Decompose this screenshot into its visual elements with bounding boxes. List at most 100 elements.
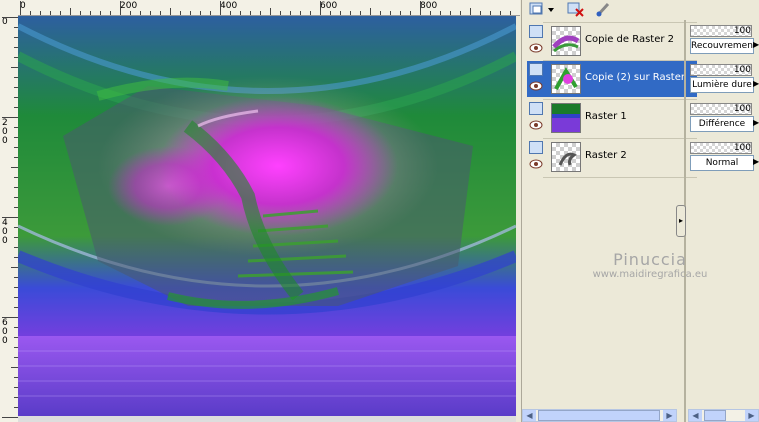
dropdown-arrow-icon[interactable] bbox=[546, 1, 556, 17]
opacity-slider[interactable]: 100 bbox=[690, 103, 752, 115]
blend-arrow-icon[interactable]: ▶ bbox=[753, 157, 759, 167]
blend-mode-select[interactable]: Normal bbox=[690, 155, 754, 171]
ruler-label: 400 bbox=[220, 1, 238, 11]
ruler-tick bbox=[320, 1, 321, 15]
ruler-tick bbox=[11, 67, 18, 68]
ruler-tick bbox=[2, 117, 18, 118]
scrollbar-thumb[interactable] bbox=[538, 410, 660, 421]
ruler-tick bbox=[170, 8, 171, 15]
watermark: Pinuccia www.maidiregrafica.eu bbox=[560, 250, 740, 280]
ruler-tick bbox=[480, 11, 481, 15]
layer-row-raster-1[interactable]: Raster 1 bbox=[527, 100, 697, 136]
ruler-tick bbox=[220, 1, 221, 15]
ruler-label: 0 bbox=[2, 17, 8, 27]
visibility-eye-icon[interactable] bbox=[529, 159, 543, 169]
layer-row-copie-de-raster-2[interactable]: Copie de Raster 2 bbox=[527, 23, 697, 59]
ruler-label: 0 bbox=[2, 336, 8, 346]
artwork-image bbox=[18, 16, 516, 416]
layer-props-row: 100 Recouvrement ▶ bbox=[690, 23, 759, 59]
ruler-tick bbox=[300, 11, 301, 15]
ruler-tick bbox=[110, 11, 111, 15]
layer-name: Raster 2 bbox=[585, 150, 627, 161]
ruler-tick bbox=[160, 11, 161, 15]
ruler-tick bbox=[80, 11, 81, 15]
ruler-label: 0 bbox=[2, 236, 8, 246]
ruler-tick bbox=[100, 11, 101, 15]
delete-layer-icon[interactable] bbox=[566, 1, 586, 17]
ruler-tick bbox=[200, 11, 201, 15]
layer-props-row: 100 Normal ▶ bbox=[690, 140, 759, 176]
layer-row-copie-2-sur-raster[interactable]: Copie (2) sur Raster bbox=[527, 61, 697, 97]
layer-row-raster-2[interactable]: Raster 2 bbox=[527, 139, 697, 175]
ruler-tick bbox=[370, 8, 371, 15]
opacity-slider[interactable]: 100 bbox=[690, 142, 752, 154]
ruler-tick bbox=[30, 11, 31, 15]
collapse-arrow-icon[interactable]: ▸ bbox=[676, 205, 686, 237]
ruler-label: 0 bbox=[2, 136, 8, 146]
ruler-tick bbox=[340, 11, 341, 15]
ruler-tick bbox=[450, 11, 451, 15]
layer-name: Raster 1 bbox=[585, 111, 627, 122]
scroll-left-icon[interactable]: ◀ bbox=[523, 410, 536, 421]
ruler-tick bbox=[60, 11, 61, 15]
ruler-tick bbox=[2, 17, 18, 18]
layer-icon bbox=[529, 141, 543, 154]
layer-thumbnail bbox=[551, 26, 581, 56]
blend-arrow-icon[interactable]: ▶ bbox=[753, 79, 759, 89]
scrollbar-thumb[interactable] bbox=[704, 410, 726, 421]
new-layer-icon[interactable] bbox=[528, 1, 548, 17]
blend-arrow-icon[interactable]: ▶ bbox=[753, 40, 759, 50]
ruler-tick bbox=[420, 1, 421, 15]
layer-group-icon bbox=[529, 25, 543, 38]
ruler-tick bbox=[250, 11, 251, 15]
blend-mode-select[interactable]: Différence bbox=[690, 116, 754, 132]
layer-properties: 100 Recouvrement ▶ 100 Lumière dure ▶ 10… bbox=[690, 22, 759, 182]
ruler-tick bbox=[490, 11, 491, 15]
image-canvas[interactable] bbox=[18, 16, 516, 416]
ruler-tick bbox=[350, 11, 351, 15]
scroll-left-icon[interactable]: ◀ bbox=[689, 410, 702, 421]
ruler-tick bbox=[210, 11, 211, 15]
ruler-tick bbox=[410, 11, 411, 15]
ruler-tick bbox=[2, 317, 18, 318]
ruler-tick bbox=[310, 11, 311, 15]
layer-list: Copie de Raster 2 Copie (2) sur Raster R… bbox=[527, 22, 697, 182]
layer-name: Copie (2) sur Raster bbox=[585, 72, 685, 83]
ruler-tick bbox=[90, 11, 91, 15]
ruler-tick bbox=[11, 267, 18, 268]
ruler-tick bbox=[460, 11, 461, 15]
layer-props-row: 100 Différence ▶ bbox=[690, 101, 759, 137]
ruler-label: 800 bbox=[420, 1, 438, 11]
watermark-title: Pinuccia bbox=[613, 250, 687, 269]
scroll-right-icon[interactable]: ▶ bbox=[663, 410, 676, 421]
visibility-eye-icon[interactable] bbox=[529, 43, 543, 53]
blend-mode-select[interactable]: Recouvrement bbox=[690, 38, 754, 54]
ruler-tick bbox=[390, 11, 391, 15]
layers-horizontal-scrollbar[interactable]: ◀ ▶ bbox=[522, 409, 677, 422]
opacity-slider[interactable]: 100 bbox=[690, 64, 752, 76]
ruler-tick bbox=[40, 11, 41, 15]
ruler-tick bbox=[70, 8, 71, 15]
visibility-eye-icon[interactable] bbox=[529, 81, 543, 91]
layer-thumbnail bbox=[551, 64, 581, 94]
ruler-tick bbox=[330, 11, 331, 15]
horizontal-ruler: 0 200 400 600 800 bbox=[0, 0, 520, 16]
ruler-tick bbox=[2, 417, 18, 418]
ruler-tick bbox=[280, 11, 281, 15]
blend-mode-select[interactable]: Lumière dure bbox=[690, 77, 754, 93]
layer-thumbnail bbox=[551, 142, 581, 172]
scroll-right-icon[interactable]: ▶ bbox=[745, 410, 758, 421]
ruler-tick bbox=[140, 11, 141, 15]
blend-arrow-icon[interactable]: ▶ bbox=[753, 118, 759, 128]
edit-brush-icon[interactable] bbox=[594, 1, 614, 17]
ruler-label: 200 bbox=[120, 1, 138, 11]
ruler-tick bbox=[190, 11, 191, 15]
ruler-tick bbox=[510, 11, 511, 15]
ruler-label: 600 bbox=[320, 1, 338, 11]
opacity-slider[interactable]: 100 bbox=[690, 25, 752, 37]
properties-horizontal-scrollbar[interactable]: ◀ ▶ bbox=[688, 409, 759, 422]
ruler-tick bbox=[130, 11, 131, 15]
visibility-eye-icon[interactable] bbox=[529, 120, 543, 130]
watermark-url: www.maidiregrafica.eu bbox=[592, 269, 708, 280]
ruler-tick bbox=[150, 11, 151, 15]
